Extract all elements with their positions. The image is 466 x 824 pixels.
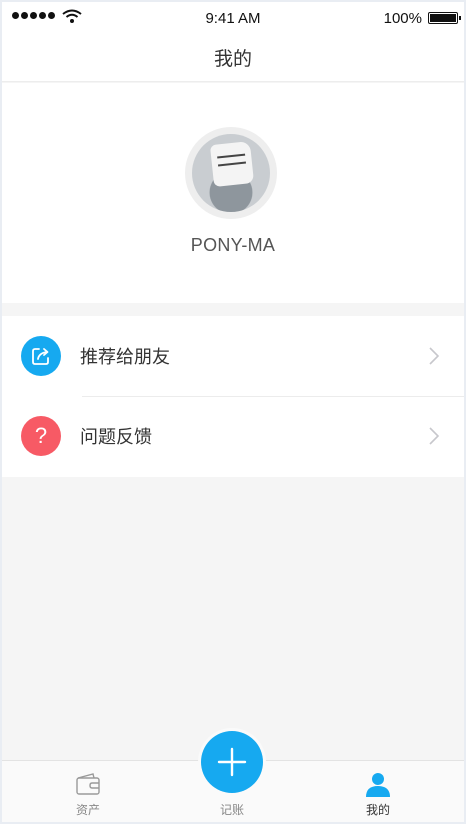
user-icon bbox=[366, 773, 390, 797]
wallet-icon bbox=[76, 773, 100, 795]
tab-label: 记账 bbox=[219, 803, 244, 817]
chevron-right-icon bbox=[429, 427, 440, 445]
status-bar: 9:41 AM 100% bbox=[2, 2, 464, 34]
plus-icon bbox=[217, 747, 247, 777]
tab-label: 我的 bbox=[365, 803, 390, 817]
profile-section: PONY-MA bbox=[2, 83, 464, 303]
phone-screen: 9:41 AM 100% 我的 PONY-MA 推荐给朋友 ? 问题反馈 资产 … bbox=[2, 2, 464, 822]
add-record-button[interactable] bbox=[201, 731, 263, 793]
battery-percentage: 100% bbox=[383, 10, 422, 27]
avatar[interactable] bbox=[185, 127, 277, 219]
share-icon bbox=[21, 336, 61, 376]
avatar-image bbox=[192, 134, 270, 212]
tab-assets[interactable]: 资产 bbox=[38, 761, 138, 822]
settings-menu: 推荐给朋友 ? 问题反馈 bbox=[2, 316, 464, 477]
chevron-right-icon bbox=[429, 347, 440, 365]
menu-item-feedback[interactable]: ? 问题反馈 bbox=[2, 396, 464, 476]
nav-bar: 我的 bbox=[2, 34, 464, 82]
menu-item-label: 推荐给朋友 bbox=[80, 347, 170, 368]
page-title: 我的 bbox=[213, 48, 252, 70]
question-icon: ? bbox=[21, 416, 61, 456]
menu-item-label: 问题反馈 bbox=[80, 427, 152, 448]
menu-item-recommend[interactable]: 推荐给朋友 bbox=[2, 316, 464, 396]
tab-bar: 资产 记账 我的 bbox=[2, 731, 464, 822]
tab-label: 资产 bbox=[75, 803, 100, 817]
user-name: PONY-MA bbox=[190, 235, 276, 255]
battery-icon bbox=[428, 12, 461, 24]
tab-mine[interactable]: 我的 bbox=[328, 761, 428, 822]
